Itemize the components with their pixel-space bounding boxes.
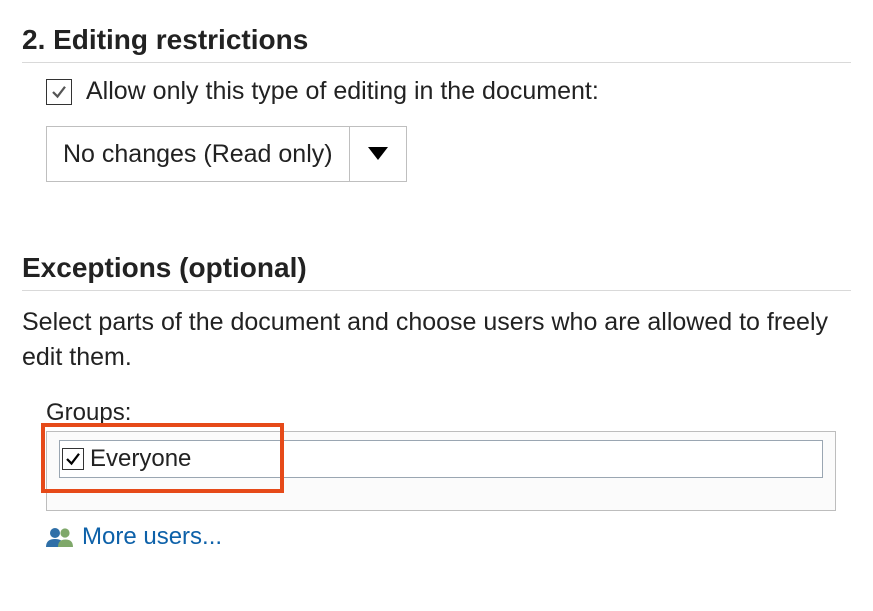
groups-label: Groups: [46, 399, 851, 427]
chevron-down-icon [368, 147, 388, 161]
allow-only-row: Allow only this type of editing in the d… [46, 77, 851, 106]
allow-only-checkbox[interactable] [46, 79, 72, 105]
group-everyone-checkbox[interactable] [62, 448, 84, 470]
more-users-label: More users... [82, 523, 222, 551]
more-users-link[interactable]: More users... [46, 523, 222, 551]
allow-only-label: Allow only this type of editing in the d… [86, 77, 599, 106]
divider [22, 62, 851, 63]
group-everyone-label: Everyone [90, 445, 191, 473]
users-icon [46, 526, 74, 548]
exceptions-description: Select parts of the document and choose … [22, 305, 851, 375]
groups-item-row[interactable]: Everyone [59, 440, 823, 478]
editing-type-dropdown[interactable]: No changes (Read only) [46, 126, 407, 182]
editing-restrictions-heading: 2. Editing restrictions [22, 24, 851, 56]
groups-listbox[interactable]: Everyone [46, 431, 836, 511]
editing-type-value: No changes (Read only) [47, 127, 350, 181]
checkmark-icon [50, 83, 68, 101]
dropdown-caret [350, 127, 406, 181]
exceptions-heading: Exceptions (optional) [22, 252, 851, 284]
checkmark-icon [64, 450, 82, 468]
divider [22, 290, 851, 291]
